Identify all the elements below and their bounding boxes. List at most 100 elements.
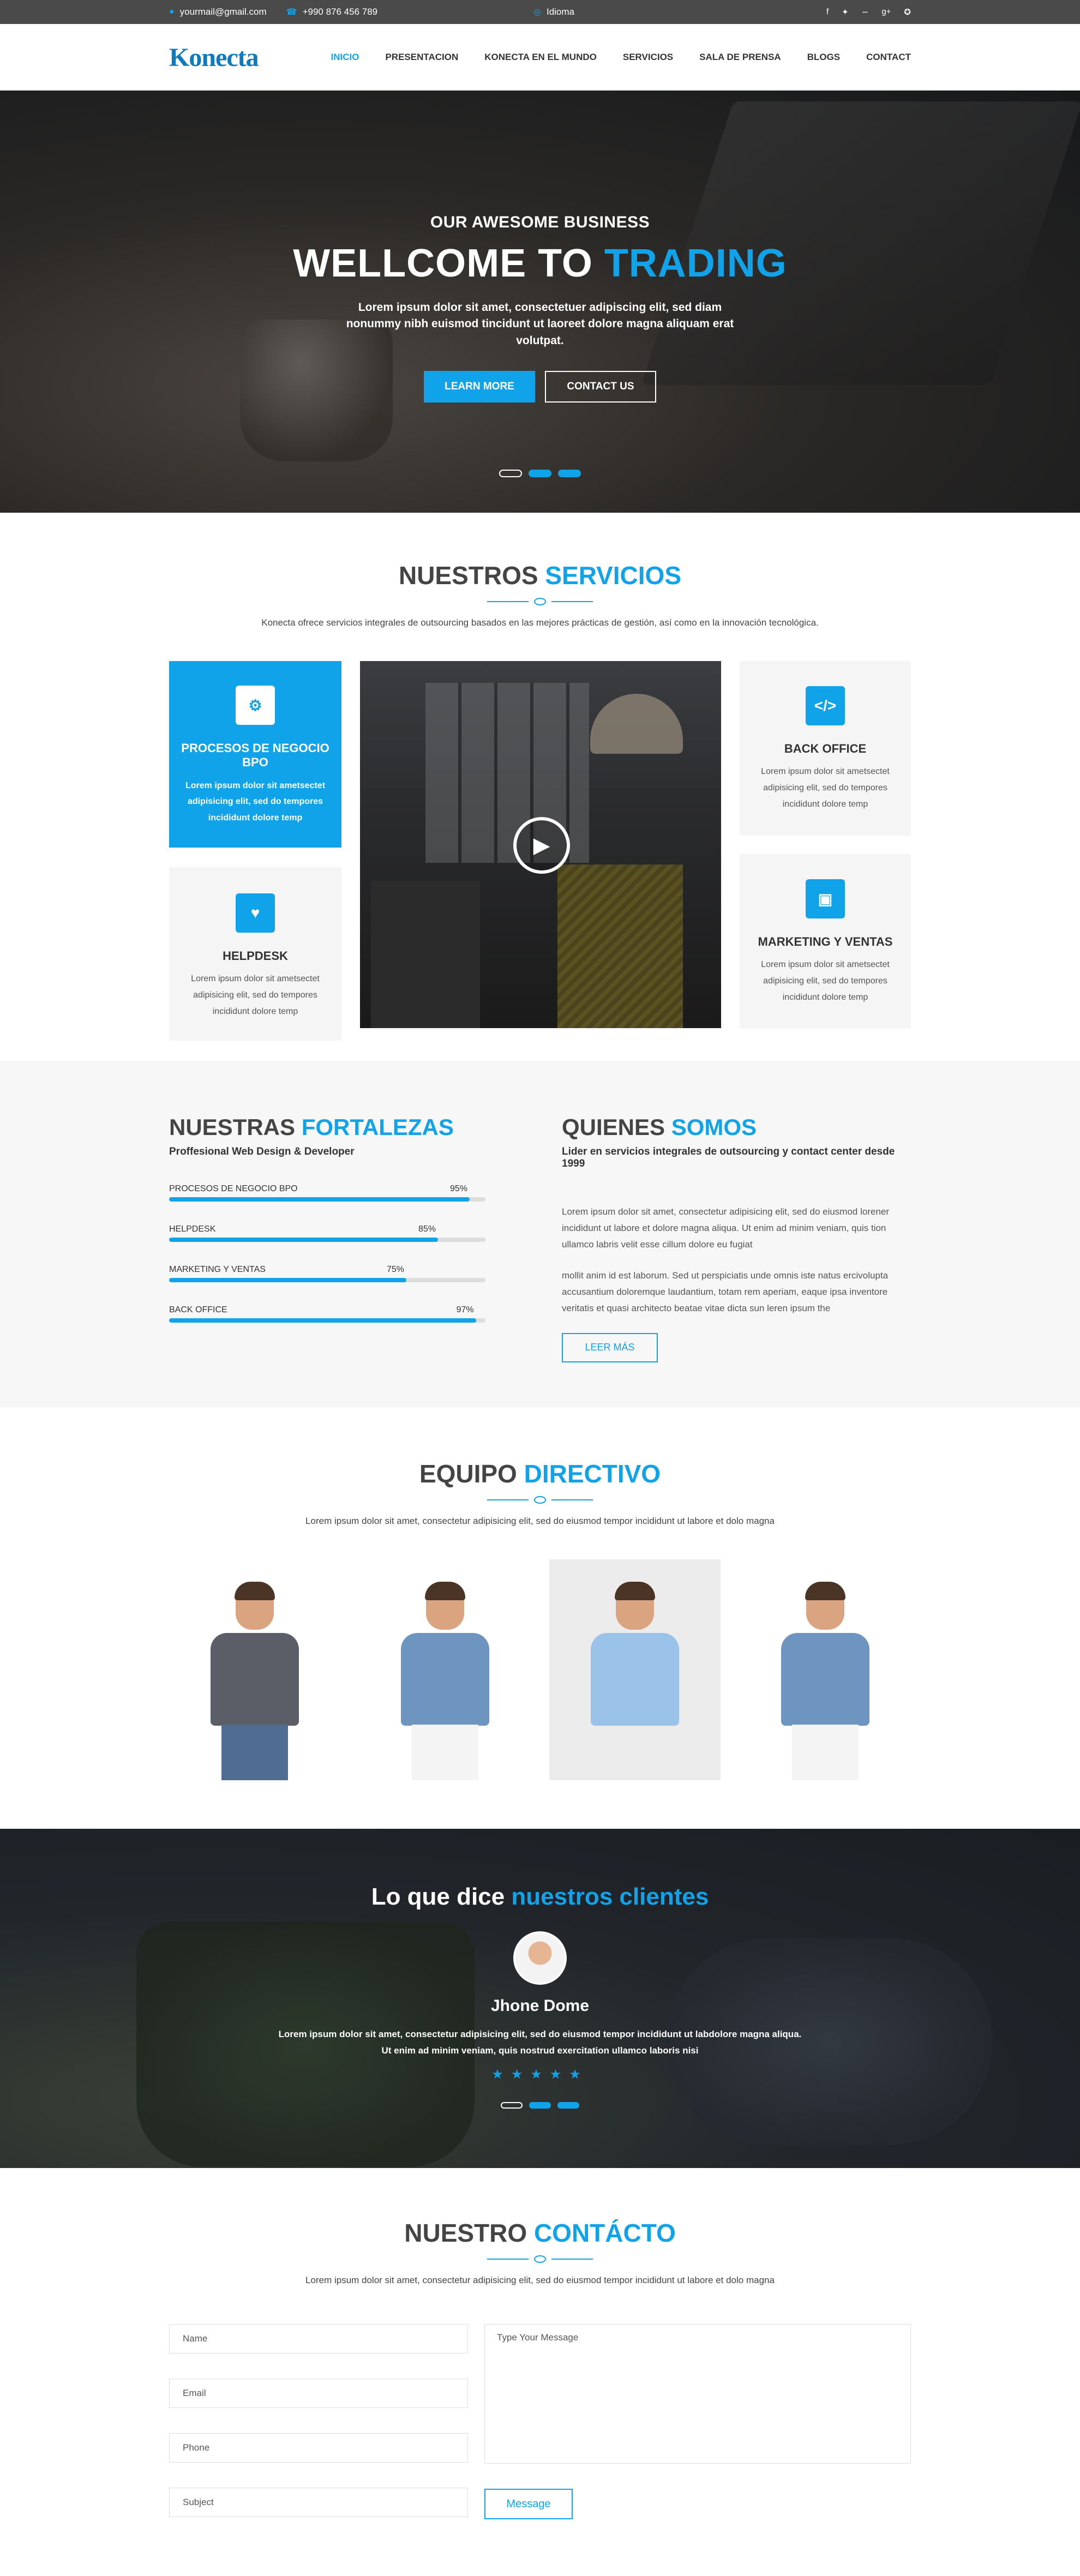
services-title-main: NUESTROS <box>398 561 545 590</box>
testimonials-title: Lo que dice nuestros clientes <box>0 1883 1080 1911</box>
contact-title-highlight: CONTÁCTO <box>533 2219 676 2247</box>
phone-text: +990 876 456 789 <box>302 7 378 17</box>
nav-item-contact[interactable]: CONTACT <box>866 52 911 63</box>
team-title-main: EQUIPO <box>419 1460 524 1488</box>
phone-icon: ☎ <box>286 8 297 17</box>
title-divider <box>169 1496 911 1504</box>
skill-bar: BACK OFFICE 97% <box>169 1305 485 1323</box>
phone-contact[interactable]: ☎ +990 876 456 789 <box>286 7 378 17</box>
team-title: EQUIPO DIRECTIVO <box>169 1459 911 1488</box>
language-selector[interactable]: ◎ Idioma <box>533 7 574 17</box>
testimonial-dots <box>0 2101 1080 2109</box>
skill-label: PROCESOS DE NEGOCIO BPO <box>169 1184 298 1193</box>
skill-progress-track <box>169 1318 485 1323</box>
eye-icon <box>534 1496 546 1504</box>
testimonials-section: Lo que dice nuestros clientes Jhone Dome… <box>0 1829 1080 2168</box>
rss-icon[interactable]: ∽ <box>862 7 869 17</box>
nav-item-sala-prensa[interactable]: SALA DE PRENSA <box>699 52 781 63</box>
team-member-photo[interactable] <box>169 1559 340 1780</box>
contact-title-main: NUESTRO <box>404 2219 534 2247</box>
service-card-title: PROCESOS DE NEGOCIO BPO <box>181 741 329 770</box>
service-card-text: Lorem ipsum dolor sit ametsectet adipisi… <box>761 767 890 809</box>
gears-icon: ⚙ <box>236 686 275 725</box>
social-links: f ✦ ∽ g+ ✪ <box>826 7 911 17</box>
email-field[interactable]: Email <box>169 2379 468 2408</box>
phone-field[interactable]: Phone <box>169 2433 468 2463</box>
contact-subtitle: Lorem ipsum dolor sit amet, consectetur … <box>305 2275 775 2285</box>
nav-item-inicio[interactable]: INICIO <box>331 52 359 63</box>
play-icon[interactable]: ▶ <box>513 817 570 874</box>
strengths-title-main: NUESTRAS <box>169 1114 302 1140</box>
service-card-bpo[interactable]: ⚙ PROCESOS DE NEGOCIO BPO Lorem ipsum do… <box>169 661 341 848</box>
message-textarea[interactable]: Type Your Message <box>484 2324 911 2464</box>
slider-dot-1[interactable] <box>499 470 522 477</box>
facebook-icon[interactable]: f <box>826 7 829 17</box>
service-card-title: MARKETING Y VENTAS <box>758 935 893 948</box>
eye-icon <box>534 2255 546 2263</box>
service-card-back-office[interactable]: </> BACK OFFICE Lorem ipsum dolor sit am… <box>740 661 911 836</box>
skill-label: BACK OFFICE <box>169 1305 227 1314</box>
pinterest-icon[interactable]: ✪ <box>904 7 911 17</box>
about-title-main: QUIENES <box>562 1114 671 1140</box>
skill-progress-track <box>169 1197 485 1202</box>
hero-title: WELLCOME TO TRADING <box>0 244 1080 283</box>
eye-icon <box>534 598 546 605</box>
contact-form: Name Email Phone Subject Type Your Messa… <box>169 2324 911 2542</box>
nav-item-presentacion[interactable]: PRESENTACION <box>385 52 458 63</box>
title-divider <box>169 2255 911 2263</box>
user-icon: ● <box>169 7 175 16</box>
nav-item-blogs[interactable]: BLOGS <box>807 52 840 63</box>
strengths-title-highlight: FORTALEZAS <box>301 1114 454 1140</box>
about-paragraph-1: Lorem ipsum dolor sit amet, consectetur … <box>562 1206 890 1250</box>
email-contact[interactable]: ● yourmail@gmail.com <box>169 7 267 17</box>
skill-percent: 85% <box>418 1224 436 1234</box>
skill-percent: 75% <box>387 1265 405 1274</box>
testimonial-dot-1[interactable] <box>501 2101 523 2109</box>
learn-more-button[interactable]: LEARN MORE <box>424 371 535 403</box>
service-card-text: Lorem ipsum dolor sit ametsectet adipisi… <box>191 974 320 1016</box>
name-field[interactable]: Name <box>169 2324 468 2353</box>
email-text: yourmail@gmail.com <box>179 7 267 17</box>
contact-title: NUESTRO CONTÁCTO <box>169 2218 911 2248</box>
services-title: NUESTROS SERVICIOS <box>169 561 911 590</box>
service-card-text: Lorem ipsum dolor sit ametsectet adipisi… <box>185 780 326 822</box>
nav-item-servicios[interactable]: SERVICIOS <box>623 52 673 63</box>
skill-progress-track <box>169 1278 485 1282</box>
services-section: NUESTROS SERVICIOS Konecta ofrece servic… <box>0 513 1080 1061</box>
client-name: Jhone Dome <box>490 1997 590 2015</box>
slider-dot-2[interactable] <box>529 470 551 477</box>
service-card-helpdesk[interactable]: ♥ HELPDESK Lorem ipsum dolor sit ametsec… <box>169 867 341 1041</box>
skill-progress-fill <box>169 1278 406 1282</box>
nav-item-konecta-mundo[interactable]: KONECTA EN EL MUNDO <box>484 52 597 63</box>
top-bar: ● yourmail@gmail.com ☎ +990 876 456 789 … <box>0 0 1080 24</box>
send-message-button[interactable]: Message <box>484 2489 573 2519</box>
slider-dot-3[interactable] <box>558 470 581 477</box>
hero-text: Lorem ipsum dolor sit amet, consectetuer… <box>346 301 734 347</box>
twitter-icon[interactable]: ✦ <box>842 7 849 17</box>
read-more-button[interactable]: LEER MÁS <box>562 1332 658 1362</box>
contact-us-button[interactable]: CONTACT US <box>545 371 656 403</box>
testimonial-dot-3[interactable] <box>557 2101 579 2109</box>
skill-bar: HELPDESK 85% <box>169 1224 485 1242</box>
team-member-photo[interactable] <box>549 1559 721 1780</box>
team-member-photo[interactable] <box>359 1559 531 1780</box>
services-subtitle: Konecta ofrece servicios integrales de o… <box>261 617 819 628</box>
skill-progress-fill <box>169 1197 470 1202</box>
testimonial-dot-2[interactable] <box>529 2101 551 2109</box>
google-plus-icon[interactable]: g+ <box>881 7 891 17</box>
testimonials-title-main: Lo que dice <box>371 1883 512 1910</box>
presentation-icon: ▣ <box>806 879 845 918</box>
subject-field[interactable]: Subject <box>169 2488 468 2517</box>
skill-percent: 95% <box>450 1184 468 1193</box>
service-card-marketing[interactable]: ▣ MARKETING Y VENTAS Lorem ipsum dolor s… <box>740 854 911 1029</box>
about-block: QUIENES SOMOS Lider en servicios integra… <box>562 1114 911 1362</box>
language-label: Idioma <box>546 7 574 17</box>
logo[interactable]: Konecta <box>169 43 259 73</box>
client-avatar <box>513 1931 567 1985</box>
video-player[interactable]: ▶ <box>360 661 721 1028</box>
testimonial-text: Lorem ipsum dolor sit amet, consectetur … <box>278 2029 802 2056</box>
team-member-photo[interactable] <box>740 1559 911 1780</box>
service-card-text: Lorem ipsum dolor sit ametsectet adipisi… <box>761 960 890 1002</box>
skill-progress-track <box>169 1238 485 1242</box>
title-divider <box>169 598 911 605</box>
